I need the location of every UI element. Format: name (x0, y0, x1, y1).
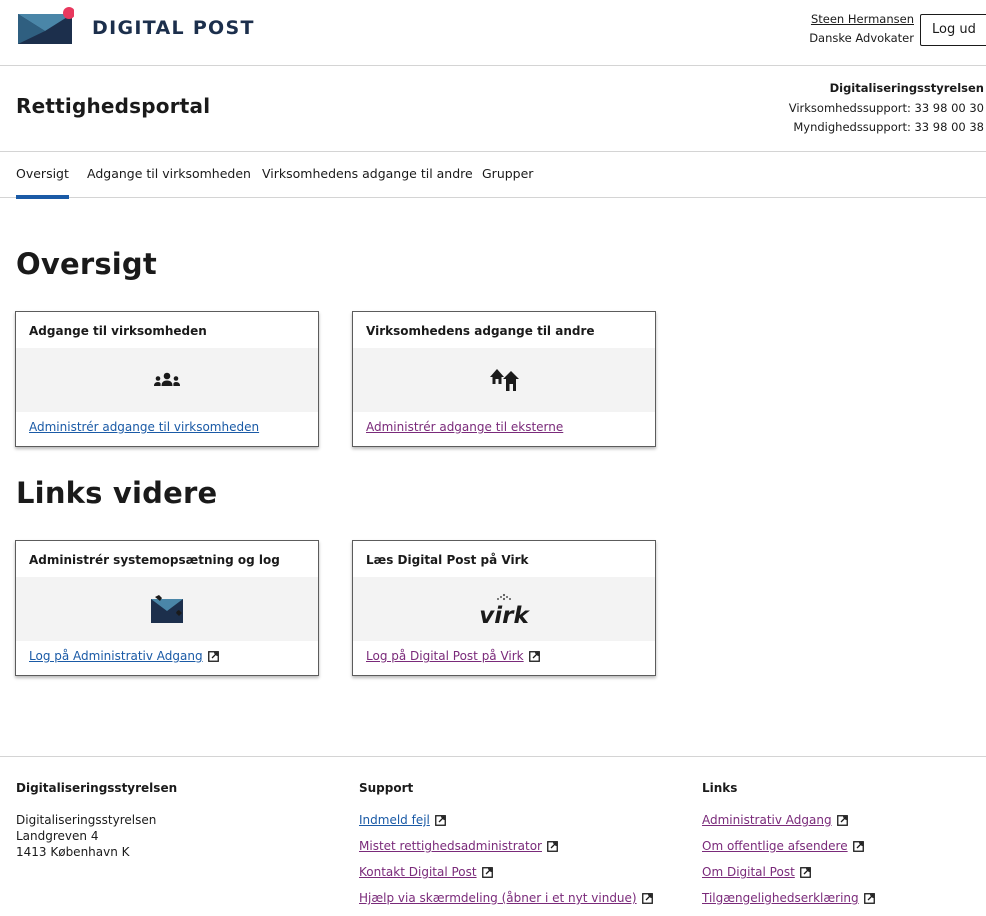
overview-heading: Oversigt (16, 247, 157, 281)
digital-post-logo[interactable]: DIGITAL POST (16, 6, 255, 46)
tab-grupper[interactable]: Grupper (482, 152, 533, 198)
administrer-adgange-eksterne-link[interactable]: Administrér adgange til eksterne (366, 420, 563, 434)
card-icon-area: virk (353, 577, 655, 641)
virk-logo: virk (479, 593, 530, 626)
tab-adgange-til-virksomheden[interactable]: Adgange til virksomheden (87, 152, 251, 198)
links-videre-heading: Links videre (16, 476, 218, 510)
card-icon-area (16, 577, 318, 641)
external-link-icon (863, 893, 875, 904)
external-link-icon (799, 867, 811, 878)
list-item: Tilgængelighedserklæring (702, 890, 875, 916)
logo-text: DIGITAL POST (92, 17, 255, 39)
external-link-icon (547, 841, 558, 852)
envelope-logo-icon (18, 7, 74, 44)
footer-column-organization: Digitaliseringsstyrelsen Digitaliserings… (16, 781, 177, 860)
list-item: Indmeld fejl (359, 812, 653, 838)
houses-icon (490, 369, 519, 391)
log-pa-administrativ-adgang-link[interactable]: Log på Administrativ Adgang (29, 649, 219, 663)
tab-virksomhedens-adgange-til-andre[interactable]: Virksomhedens adgange til andre (262, 152, 473, 198)
list-item: Hjælp via skærmdeling (åbner i et nyt vi… (359, 890, 653, 916)
external-link-icon (481, 867, 493, 878)
footer-address: Digitaliseringsstyrelsen Landgreven 4 14… (16, 812, 177, 860)
link-text: Log på Administrativ Adgang (29, 649, 203, 663)
log-pa-digital-post-pa-virk-link[interactable]: Log på Digital Post på Virk (366, 649, 540, 663)
link-text: Hjælp via skærmdeling (åbner i et nyt vi… (359, 891, 637, 905)
footer-links: Administrativ Adgang Om offentlige afsen… (702, 812, 875, 916)
business-support-phone: Virksomhedssupport: 33 98 00 30 (788, 100, 984, 115)
user-info: Steen Hermansen Danske Advokater (809, 10, 914, 48)
card-icon-area (353, 348, 655, 412)
list-item: Administrativ Adgang (702, 812, 875, 838)
footer-heading: Support (359, 781, 414, 795)
tab-oversigt[interactable]: Oversigt (16, 152, 69, 199)
external-link-icon (528, 651, 540, 662)
footer-column-links: Links Administrativ Adgang Om offentlige… (702, 781, 875, 916)
om-digital-post-link[interactable]: Om Digital Post (702, 865, 811, 879)
support-organization: Digitaliseringsstyrelsen (829, 81, 984, 95)
mistet-rettighedsadministrator-link[interactable]: Mistet rettighedsadministrator (359, 839, 558, 853)
virk-logo-text: virk (479, 603, 530, 626)
card-laes-digital-post-pa-virk: Læs Digital Post på Virk virk Log på Dig… (352, 540, 656, 676)
list-item: Om offentlige afsendere (702, 838, 875, 864)
external-link-icon (641, 893, 653, 904)
support-info: Digitaliseringsstyrelsen Virksomhedssupp… (700, 79, 986, 138)
kontakt-digital-post-link[interactable]: Kontakt Digital Post (359, 865, 493, 879)
external-link-icon (207, 651, 219, 662)
list-item: Om Digital Post (702, 864, 875, 890)
card-title: Administrér systemopsætning og log (29, 553, 280, 567)
list-item: Mistet rettighedsadministrator (359, 838, 653, 864)
administrer-adgange-link[interactable]: Administrér adgange til virksomheden (29, 420, 259, 434)
link-text: Om offentlige afsendere (702, 839, 848, 853)
hjaelp-via-skaermdeling-link[interactable]: Hjælp via skærmdeling (åbner i et nyt vi… (359, 891, 653, 905)
card-title: Virksomhedens adgange til andre (366, 324, 595, 338)
link-text: Kontakt Digital Post (359, 865, 477, 879)
link-text: Log på Digital Post på Virk (366, 649, 524, 663)
footer: Digitaliseringsstyrelsen Digitaliserings… (0, 756, 986, 905)
authority-support-phone: Myndighedssupport: 33 98 00 38 (793, 120, 984, 134)
card-virksomhedens-adgange-til-andre: Virksomhedens adgange til andre Administ… (352, 311, 656, 447)
administrativ-adgang-link[interactable]: Administrativ Adgang (702, 813, 848, 827)
footer-heading: Digitaliseringsstyrelsen (16, 781, 178, 795)
people-icon (154, 372, 180, 386)
address-line: 1413 København K (16, 845, 130, 859)
organization-name: Danske Advokater (809, 31, 914, 45)
card-administrer-systemopsaetning: Administrér systemopsætning og log Log p… (15, 540, 319, 676)
address-line: Landgreven 4 (16, 829, 99, 843)
external-link-icon (852, 841, 864, 852)
address-line: Digitaliseringsstyrelsen (16, 813, 157, 827)
admin-tools-icon (151, 595, 183, 623)
card-icon-area (16, 348, 318, 412)
footer-heading: Links (702, 781, 738, 795)
om-offentlige-afsendere-link[interactable]: Om offentlige afsendere (702, 839, 864, 853)
link-text: Indmeld fejl (359, 813, 430, 827)
card-title: Læs Digital Post på Virk (366, 553, 529, 567)
link-text: Mistet rettighedsadministrator (359, 839, 542, 853)
footer-column-support: Support Indmeld fejl Mistet rettighedsad… (359, 781, 653, 916)
external-link-icon (836, 815, 848, 826)
link-text: Tilgængelighedserklæring (702, 891, 859, 905)
top-header: DIGITAL POST Steen Hermansen Danske Advo… (0, 0, 986, 66)
logout-button[interactable]: Log ud (920, 14, 986, 46)
support-links: Indmeld fejl Mistet rettighedsadministra… (359, 812, 653, 916)
list-item: Kontakt Digital Post (359, 864, 653, 890)
tilgaengelighedserklaering-link[interactable]: Tilgængelighedserklæring (702, 891, 875, 905)
portal-title: Rettighedsportal (16, 94, 211, 118)
indmeld-fejl-link[interactable]: Indmeld fejl (359, 813, 446, 827)
user-name-link[interactable]: Steen Hermansen (811, 12, 914, 26)
card-adgange-til-virksomheden: Adgange til virksomheden Administrér adg… (15, 311, 319, 447)
external-link-icon (434, 815, 446, 826)
tab-bar: Oversigt Adgange til virksomheden Virkso… (0, 151, 986, 199)
card-title: Adgange til virksomheden (29, 324, 207, 338)
link-text: Administrativ Adgang (702, 813, 832, 827)
link-text: Om Digital Post (702, 865, 795, 879)
